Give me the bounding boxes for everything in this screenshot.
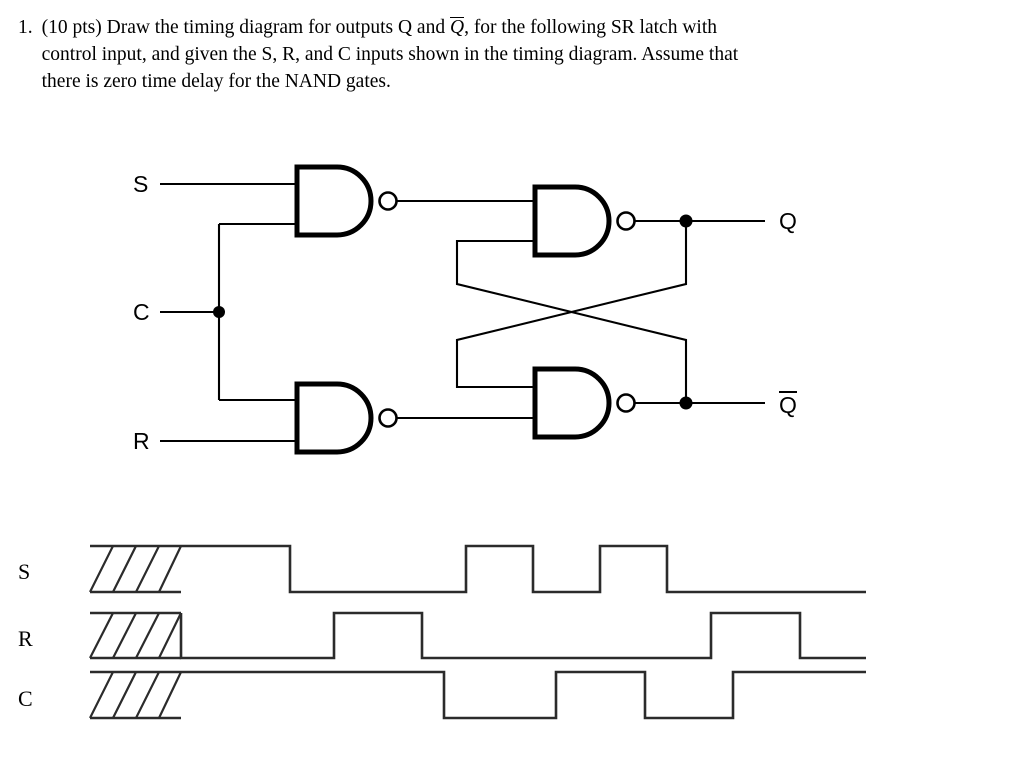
waveform-s — [89, 544, 866, 594]
waveform-label-s: S — [18, 559, 31, 584]
waveform-c-trace — [181, 670, 866, 720]
dontcare-hatch-c — [89, 670, 182, 720]
timing-diagram: S R C — [0, 0, 1024, 779]
waveform-c — [89, 670, 866, 720]
waveform-label-c: C — [18, 686, 33, 711]
waveform-s-trace — [181, 544, 866, 594]
waveform-label-r: R — [18, 626, 33, 651]
dontcare-hatch-s — [89, 544, 182, 594]
waveform-r — [89, 611, 866, 660]
dontcare-hatch-r — [89, 611, 182, 660]
waveform-r-trace — [179, 611, 866, 660]
